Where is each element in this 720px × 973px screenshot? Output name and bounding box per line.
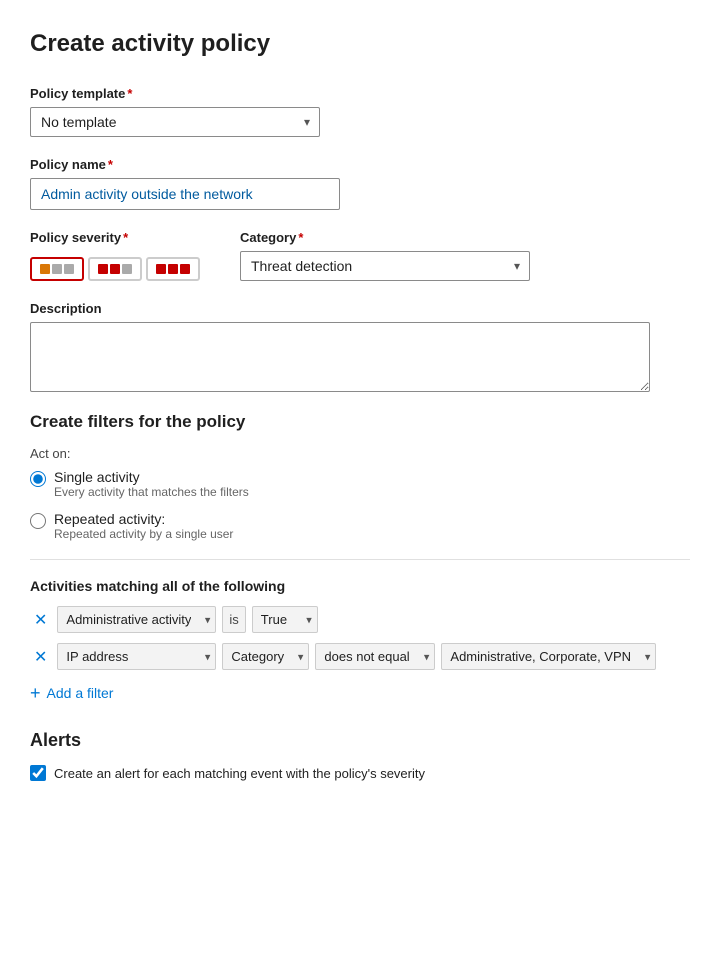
description-field: Description [30, 301, 690, 392]
severity-medium-dot1 [98, 264, 108, 274]
filter-row-1: ✕ Administrative activity IP address Use… [30, 606, 690, 633]
policy-severity-group: Policy severity* [30, 230, 200, 281]
filters-section-title: Create filters for the policy [30, 412, 690, 432]
filters-section: Create filters for the policy Act on: Si… [30, 412, 690, 706]
filter-row-2-subfield-wrapper: Category Tag Location [222, 643, 309, 670]
severity-medium-dot3 [122, 264, 132, 274]
activities-matching-title: Activities matching all of the following [30, 578, 690, 594]
repeated-activity-label: Repeated activity: [54, 511, 233, 527]
add-filter-button[interactable]: + Add a filter [30, 680, 113, 706]
policy-name-field: Policy name* [30, 157, 690, 210]
severity-buttons [30, 257, 200, 281]
repeated-activity-text: Repeated activity: Repeated activity by … [54, 511, 233, 541]
description-label: Description [30, 301, 690, 316]
category-group: Category* Threat detection Data loss pre… [240, 230, 530, 281]
plus-icon: + [30, 684, 41, 702]
add-filter-label: Add a filter [47, 685, 114, 701]
alert-checkbox-label[interactable]: Create an alert for each matching event … [54, 766, 425, 781]
filter-row-2-operator-select[interactable]: equals does not equal [315, 643, 435, 670]
alert-checkbox-row: Create an alert for each matching event … [30, 765, 690, 781]
severity-label: Policy severity* [30, 230, 200, 245]
single-activity-sub: Every activity that matches the filters [54, 485, 249, 499]
severity-low-dot1 [40, 264, 50, 274]
severity-medium-button[interactable] [88, 257, 142, 281]
alerts-title: Alerts [30, 730, 690, 751]
divider [30, 559, 690, 560]
filter-row-1-value-select[interactable]: True False [252, 606, 318, 633]
severity-category-row: Policy severity* Cat [30, 230, 690, 281]
repeated-activity-sub: Repeated activity by a single user [54, 527, 233, 541]
page-title: Create activity policy [30, 30, 690, 58]
category-label: Category* [240, 230, 530, 245]
act-on-label: Act on: [30, 446, 690, 461]
severity-low-button[interactable] [30, 257, 84, 281]
repeated-activity-option: Repeated activity: Repeated activity by … [30, 511, 690, 541]
severity-high-dot2 [168, 264, 178, 274]
single-activity-label: Single activity [54, 469, 249, 485]
filter-row-2-subfield-select[interactable]: Category Tag Location [222, 643, 309, 670]
filter-row-1-field-select[interactable]: Administrative activity IP address User … [57, 606, 216, 633]
category-select[interactable]: Threat detection Data loss prevention Ac… [240, 251, 530, 281]
policy-template-field: Policy template* No template Template 1 … [30, 86, 690, 137]
filter-row-1-value-wrapper: True False [252, 606, 318, 633]
filter-row-2-value-select[interactable]: Administrative, Corporate, VPN Corporate… [441, 643, 656, 670]
filter-row-2-field-select[interactable]: IP address Administrative activity User … [57, 643, 216, 670]
description-textarea[interactable] [30, 322, 650, 392]
severity-high-button[interactable] [146, 257, 200, 281]
alerts-section: Alerts Create an alert for each matching… [30, 730, 690, 781]
category-select-wrapper: Threat detection Data loss prevention Ac… [240, 251, 530, 281]
policy-template-select-wrapper: No template Template 1 Template 2 [30, 107, 320, 137]
policy-name-label: Policy name* [30, 157, 690, 172]
single-activity-option: Single activity Every activity that matc… [30, 469, 690, 499]
filter-row-2-remove[interactable]: ✕ [30, 645, 51, 669]
filter-row-2-operator-wrapper: equals does not equal [315, 643, 435, 670]
filter-row-2-value-wrapper: Administrative, Corporate, VPN Corporate… [441, 643, 656, 670]
single-activity-text: Single activity Every activity that matc… [54, 469, 249, 499]
repeated-activity-radio[interactable] [30, 513, 46, 529]
filter-row-1-operator-label: is [222, 606, 245, 633]
severity-high-dot1 [156, 264, 166, 274]
severity-low-dot2 [52, 264, 62, 274]
policy-template-select[interactable]: No template Template 1 Template 2 [30, 107, 320, 137]
severity-low-dot3 [64, 264, 74, 274]
policy-name-input[interactable] [30, 178, 340, 210]
severity-medium-dot2 [110, 264, 120, 274]
policy-template-label: Policy template* [30, 86, 690, 101]
filter-row-1-field-wrapper: Administrative activity IP address User … [57, 606, 216, 633]
filter-row-2-field-wrapper: IP address Administrative activity User … [57, 643, 216, 670]
filter-row-1-remove[interactable]: ✕ [30, 608, 51, 632]
alert-checkbox[interactable] [30, 765, 46, 781]
severity-high-dot3 [180, 264, 190, 274]
single-activity-radio[interactable] [30, 471, 46, 487]
filter-row-2: ✕ IP address Administrative activity Use… [30, 643, 690, 670]
